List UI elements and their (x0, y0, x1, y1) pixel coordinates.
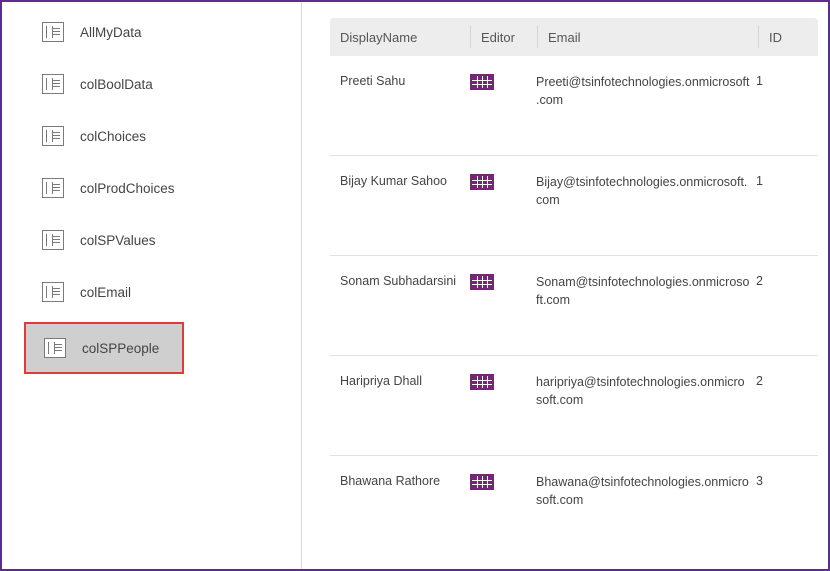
cell-editor (470, 474, 536, 538)
data-preview-pane: DisplayName Editor Email ID Preeti Sahu … (302, 2, 828, 569)
col-header-editor[interactable]: Editor (471, 30, 537, 45)
table-row[interactable]: Bhawana Rathore Bhawana@tsinfotechnologi… (330, 456, 818, 556)
collection-icon (42, 74, 64, 94)
sidebar-item-colprodchoices[interactable]: colProdChoices (2, 168, 301, 208)
col-header-displayname[interactable]: DisplayName (330, 30, 470, 45)
table-row[interactable]: Haripriya Dhall haripriya@tsinfotechnolo… (330, 356, 818, 456)
sidebar-item-colchoices[interactable]: colChoices (2, 116, 301, 156)
table-row[interactable]: Preeti Sahu Preeti@tsinfotechnologies.on… (330, 56, 818, 156)
cell-editor (470, 174, 536, 237)
sidebar-item-label: colEmail (80, 285, 131, 300)
collection-icon (44, 338, 66, 358)
table-row[interactable]: Sonam Subhadarsini Sonam@tsinfotechnolog… (330, 256, 818, 356)
collections-sidebar: AllMyData colBoolData colChoices colProd… (2, 2, 302, 569)
cell-id: 3 (756, 474, 796, 538)
sidebar-item-colemail[interactable]: colEmail (2, 272, 301, 312)
collection-icon (42, 178, 64, 198)
cell-email: Bijay@tsinfotechnologies.onmicrosoft.com (536, 174, 756, 237)
cell-email: Sonam@tsinfotechnologies.onmicrosoft.com (536, 274, 756, 337)
sidebar-item-colbooldata[interactable]: colBoolData (2, 64, 301, 104)
sidebar-item-label: AllMyData (80, 25, 142, 40)
table-icon (470, 374, 494, 390)
cell-id: 2 (756, 374, 796, 437)
collection-icon (42, 282, 64, 302)
selection-highlight: colSPPeople (24, 322, 184, 374)
sidebar-item-colsppeople[interactable]: colSPPeople (26, 324, 182, 372)
collection-icon (42, 126, 64, 146)
sidebar-item-label: colSPPeople (82, 341, 159, 356)
col-header-id[interactable]: ID (759, 30, 799, 45)
cell-displayname: Haripriya Dhall (330, 374, 470, 437)
cell-displayname: Sonam Subhadarsini (330, 274, 470, 337)
table-icon (470, 474, 494, 490)
collection-icon (42, 22, 64, 42)
sidebar-item-colspvalues[interactable]: colSPValues (2, 220, 301, 260)
cell-displayname: Bhawana Rathore (330, 474, 470, 538)
cell-editor (470, 374, 536, 437)
col-header-email[interactable]: Email (538, 30, 758, 45)
cell-editor (470, 274, 536, 337)
cell-id: 2 (756, 274, 796, 337)
cell-email: haripriya@tsinfotechnologies.onmicrosoft… (536, 374, 756, 437)
cell-editor (470, 74, 536, 137)
table-icon (470, 174, 494, 190)
table-icon (470, 274, 494, 290)
cell-displayname: Preeti Sahu (330, 74, 470, 137)
sidebar-item-label: colProdChoices (80, 181, 175, 196)
sidebar-item-label: colSPValues (80, 233, 156, 248)
table-icon (470, 74, 494, 90)
sidebar-item-allmydata[interactable]: AllMyData (2, 12, 301, 52)
cell-id: 1 (756, 74, 796, 137)
sidebar-item-label: colChoices (80, 129, 146, 144)
collection-icon (42, 230, 64, 250)
cell-email: Preeti@tsinfotechnologies.onmicrosoft.co… (536, 74, 756, 137)
table-row[interactable]: Bijay Kumar Sahoo Bijay@tsinfotechnologi… (330, 156, 818, 256)
cell-id: 1 (756, 174, 796, 237)
sidebar-item-label: colBoolData (80, 77, 153, 92)
table-header-row: DisplayName Editor Email ID (330, 18, 818, 56)
app-layout: AllMyData colBoolData colChoices colProd… (2, 2, 828, 569)
cell-displayname: Bijay Kumar Sahoo (330, 174, 470, 237)
cell-email: Bhawana@tsinfotechnologies.onmicrosoft.c… (536, 474, 756, 538)
